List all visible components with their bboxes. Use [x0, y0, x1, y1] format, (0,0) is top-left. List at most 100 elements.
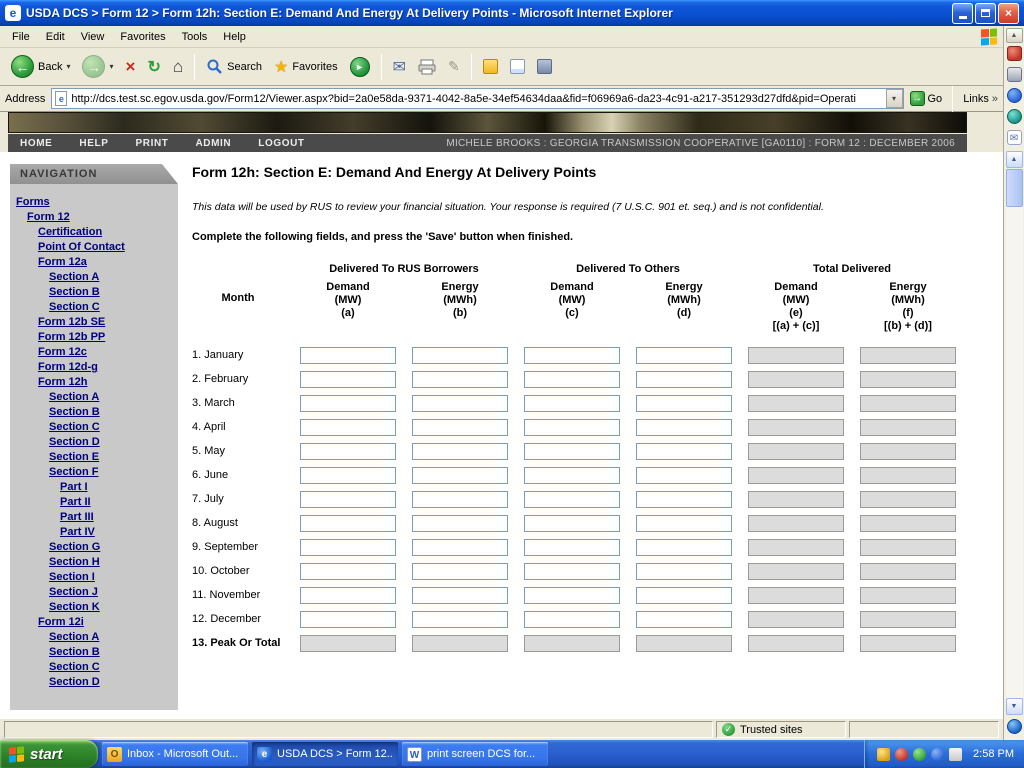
sidebar-link[interactable]: Section D — [10, 435, 178, 450]
discuss-button[interactable] — [478, 56, 503, 77]
cell-input[interactable] — [412, 371, 508, 388]
sidebar-link[interactable]: Section B — [10, 645, 178, 660]
sidebar-link[interactable]: Part III — [10, 510, 178, 525]
print-button[interactable] — [413, 56, 441, 78]
cell-input[interactable] — [300, 419, 396, 436]
sidebar-link[interactable]: Section C — [10, 420, 178, 435]
site-nav-logout[interactable]: LOGOUT — [258, 138, 304, 149]
cell-input[interactable] — [524, 395, 620, 412]
cell-input[interactable] — [636, 347, 732, 364]
shortcut-icon-blue[interactable] — [1007, 88, 1022, 103]
sidebar-link[interactable]: Form 12b SE — [10, 315, 178, 330]
close-button[interactable]: × — [998, 3, 1019, 24]
cell-input[interactable] — [636, 587, 732, 604]
sidebar-link[interactable]: Form 12i — [10, 615, 178, 630]
cell-input[interactable] — [412, 491, 508, 508]
forward-button[interactable]: → ▾ — [77, 52, 118, 81]
minimize-button[interactable] — [952, 3, 973, 24]
menu-favorites[interactable]: Favorites — [112, 28, 173, 46]
tray-network-icon[interactable] — [931, 748, 944, 761]
back-button[interactable]: ← Back ▾ — [6, 52, 75, 81]
cell-input[interactable] — [524, 491, 620, 508]
taskbar-item-outlook[interactable]: O Inbox - Microsoft Out... — [102, 742, 248, 766]
address-dropdown-button[interactable]: ▾ — [886, 89, 903, 108]
cell-input[interactable] — [300, 491, 396, 508]
sidebar-link[interactable]: Form 12c — [10, 345, 178, 360]
cell-input[interactable] — [636, 611, 732, 628]
shortcut-icon-teal[interactable] — [1007, 109, 1022, 124]
media-button[interactable]: ► — [345, 54, 375, 80]
tray-antivirus-icon[interactable] — [895, 748, 908, 761]
cell-input[interactable] — [300, 563, 396, 580]
dock-scroll-up-button[interactable]: ▲ — [1006, 28, 1023, 43]
cell-input[interactable] — [524, 443, 620, 460]
cell-input[interactable] — [300, 539, 396, 556]
cell-input[interactable] — [636, 539, 732, 556]
cell-input[interactable] — [524, 347, 620, 364]
scrollbar-down-button[interactable]: ▼ — [1006, 698, 1023, 715]
cell-input[interactable] — [524, 515, 620, 532]
sidebar-link[interactable]: Part IV — [10, 525, 178, 540]
sidebar-link[interactable]: Form 12a — [10, 255, 178, 270]
stop-button[interactable]: × — [121, 55, 141, 78]
cell-input[interactable] — [524, 611, 620, 628]
tray-lock-icon[interactable] — [877, 748, 890, 761]
cell-input[interactable] — [412, 539, 508, 556]
cell-input[interactable] — [300, 371, 396, 388]
cell-input[interactable] — [636, 419, 732, 436]
cell-input[interactable] — [300, 467, 396, 484]
cell-input[interactable] — [524, 539, 620, 556]
globe-shortcut-icon[interactable] — [1007, 719, 1022, 734]
cell-input[interactable] — [524, 587, 620, 604]
sidebar-link[interactable]: Section B — [10, 285, 178, 300]
sidebar-link[interactable]: Section C — [10, 660, 178, 675]
sidebar-link[interactable]: Section E — [10, 450, 178, 465]
address-input[interactable]: e http://dcs.test.sc.egov.usda.gov/Form1… — [51, 88, 903, 109]
sidebar-link[interactable]: Form 12h — [10, 375, 178, 390]
mail-button[interactable]: ✉ — [388, 54, 411, 80]
cell-input[interactable] — [636, 443, 732, 460]
sidebar-link[interactable]: Point Of Contact — [10, 240, 178, 255]
search-button[interactable]: Search — [201, 55, 267, 78]
scrollbar-track[interactable] — [1006, 207, 1023, 698]
url-text[interactable]: http://dcs.test.sc.egov.usda.gov/Form12/… — [71, 93, 885, 105]
site-nav-admin[interactable]: ADMIN — [195, 138, 231, 149]
cell-input[interactable] — [300, 515, 396, 532]
sidebar-link[interactable]: Section C — [10, 300, 178, 315]
sidebar-link[interactable]: Section B — [10, 405, 178, 420]
cell-input[interactable] — [412, 419, 508, 436]
sidebar-link[interactable]: Section F — [10, 465, 178, 480]
sidebar-link[interactable]: Section K — [10, 600, 178, 615]
sidebar-link[interactable]: Form 12d-g — [10, 360, 178, 375]
cell-input[interactable] — [300, 395, 396, 412]
mail-shortcut-icon[interactable]: ✉ — [1007, 130, 1022, 145]
sidebar-link[interactable]: Form 12 — [10, 210, 178, 225]
menu-file[interactable]: File — [4, 28, 38, 46]
sidebar-link[interactable]: Section A — [10, 270, 178, 285]
cell-input[interactable] — [412, 395, 508, 412]
sidebar-link[interactable]: Section G — [10, 540, 178, 555]
sidebar-link[interactable]: Section I — [10, 570, 178, 585]
cell-input[interactable] — [636, 491, 732, 508]
menu-tools[interactable]: Tools — [174, 28, 216, 46]
edit-button[interactable]: ✎ — [443, 55, 465, 78]
sidebar-link[interactable]: Part I — [10, 480, 178, 495]
menu-edit[interactable]: Edit — [38, 28, 73, 46]
go-button[interactable]: → Go — [910, 91, 943, 106]
cell-input[interactable] — [412, 347, 508, 364]
cell-input[interactable] — [636, 395, 732, 412]
research-button[interactable] — [505, 56, 530, 77]
shortcut-icon-red[interactable] — [1007, 46, 1022, 61]
sidebar-link[interactable]: Section A — [10, 390, 178, 405]
cell-input[interactable] — [300, 587, 396, 604]
sidebar-link[interactable]: Part II — [10, 495, 178, 510]
cell-input[interactable] — [412, 467, 508, 484]
back-dropdown-icon[interactable]: ▾ — [66, 62, 70, 71]
site-nav-help[interactable]: HELP — [79, 138, 108, 149]
tools-button[interactable] — [532, 56, 557, 77]
sidebar-link[interactable]: Section A — [10, 630, 178, 645]
restore-button[interactable] — [975, 3, 996, 24]
cell-input[interactable] — [524, 419, 620, 436]
sidebar-link[interactable]: Section D — [10, 675, 178, 690]
taskbar-item-usda-dcs[interactable]: e USDA DCS > Form 12... — [252, 742, 398, 766]
